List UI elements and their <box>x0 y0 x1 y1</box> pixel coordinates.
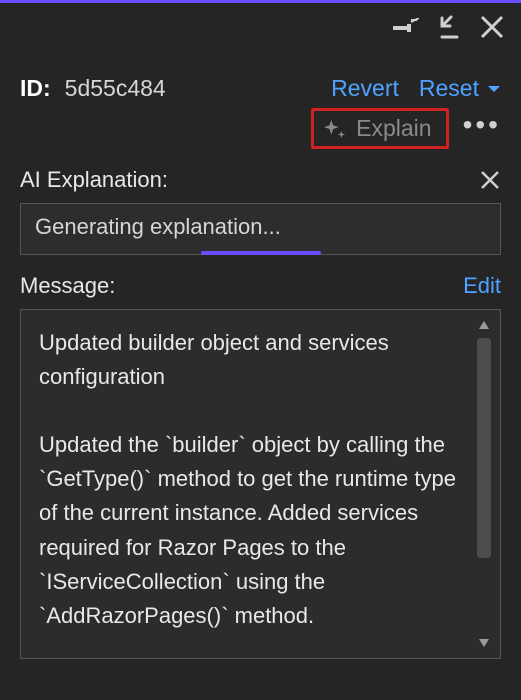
reset-button[interactable]: Reset <box>419 75 501 102</box>
id-value: 5d55c484 <box>65 75 166 102</box>
scroll-thumb[interactable] <box>477 338 491 558</box>
id-label: ID: <box>20 75 51 102</box>
message-section-header: Message: Edit <box>20 273 501 299</box>
pin-icon[interactable] <box>393 18 419 36</box>
explain-button[interactable]: Explain <box>311 108 448 149</box>
progress-bar <box>201 251 321 255</box>
scrollbar[interactable] <box>474 316 494 652</box>
panel-toolbar <box>0 3 521 51</box>
close-icon[interactable] <box>479 14 505 40</box>
generating-text: Generating explanation... <box>35 214 281 239</box>
explain-label: Explain <box>356 115 431 142</box>
close-icon[interactable] <box>479 169 501 191</box>
commit-details-panel: ID: 5d55c484 Revert Reset Explain ••• AI… <box>0 0 521 700</box>
collapse-icon[interactable] <box>437 15 461 39</box>
ai-section-label: AI Explanation: <box>20 167 168 193</box>
scroll-down-icon[interactable] <box>474 634 494 652</box>
ai-section-header: AI Explanation: <box>20 167 501 193</box>
panel-content: ID: 5d55c484 Revert Reset Explain ••• AI… <box>0 51 521 659</box>
edit-button[interactable]: Edit <box>463 273 501 299</box>
explain-row: Explain ••• <box>20 108 501 149</box>
message-box: Updated builder object and services conf… <box>20 309 501 659</box>
scroll-up-icon[interactable] <box>474 316 494 334</box>
ai-explanation-box: Generating explanation... <box>20 203 501 255</box>
sparkle-icon <box>324 118 346 140</box>
id-row: ID: 5d55c484 Revert Reset <box>20 51 501 102</box>
message-text[interactable]: Updated builder object and services conf… <box>39 326 462 633</box>
revert-button[interactable]: Revert <box>331 75 399 102</box>
message-section-label: Message: <box>20 273 115 299</box>
more-icon[interactable]: ••• <box>463 120 501 138</box>
chevron-down-icon <box>487 84 501 94</box>
reset-button-label: Reset <box>419 75 479 102</box>
